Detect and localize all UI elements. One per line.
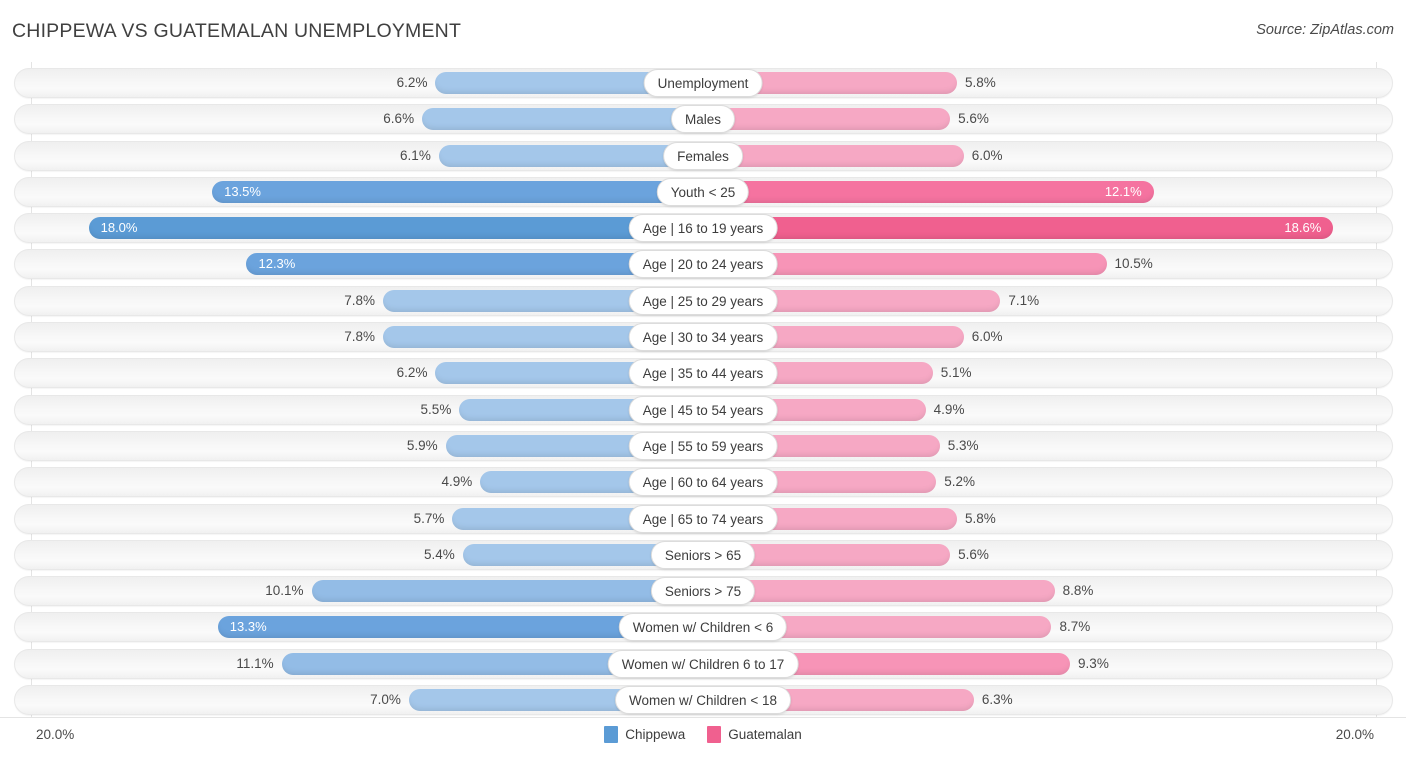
value-label-chippewa: 18.0% bbox=[100, 220, 138, 236]
value-label-chippewa: 10.1% bbox=[265, 583, 304, 599]
value-label-guatemalan: 9.3% bbox=[1078, 655, 1109, 671]
category-label: Seniors > 65 bbox=[650, 540, 756, 569]
value-label-guatemalan: 6.0% bbox=[971, 329, 1003, 345]
value-label-chippewa: 13.5% bbox=[224, 183, 261, 199]
legend-label: Chippewa bbox=[625, 727, 686, 742]
value-label-guatemalan: 5.1% bbox=[940, 365, 972, 381]
category-label: Women w/ Children 6 to 17 bbox=[607, 649, 799, 678]
chart-row: 7.8% 6.0% Age | 30 to 34 years bbox=[0, 322, 1406, 353]
chart-row: 6.2% 5.1% Age | 35 to 44 years bbox=[0, 358, 1406, 389]
value-label-guatemalan: 18.6% bbox=[1284, 220, 1322, 236]
chart-row: 7.8% 7.1% Age | 25 to 29 years bbox=[0, 285, 1406, 316]
bar-guatemalan bbox=[703, 217, 1334, 240]
value-label-chippewa: 12.3% bbox=[258, 256, 296, 272]
chart-row: 6.2% 5.8% Unemployment bbox=[0, 68, 1406, 98]
category-label: Women w/ Children < 6 bbox=[618, 613, 788, 642]
value-label-chippewa: 7.8% bbox=[344, 292, 375, 308]
chart-row: 13.3% 8.7% Women w/ Children < 6 bbox=[0, 612, 1406, 643]
bar-chippewa bbox=[88, 217, 703, 240]
category-label: Age | 20 to 24 years bbox=[628, 250, 778, 279]
value-label-chippewa: 5.9% bbox=[406, 437, 438, 453]
value-label-chippewa: 6.6% bbox=[383, 111, 415, 127]
category-label: Unemployment bbox=[643, 69, 763, 97]
value-label-guatemalan: 12.1% bbox=[1104, 183, 1142, 199]
value-label-guatemalan: 10.5% bbox=[1114, 256, 1153, 272]
value-label-guatemalan: 5.8% bbox=[964, 75, 996, 90]
chart-row: 6.6% 5.6% Males bbox=[0, 104, 1406, 135]
chart-header: CHIPPEWA VS GUATEMALAN UNEMPLOYMENT Sour… bbox=[0, 0, 1406, 62]
value-label-guatemalan: 7.1% bbox=[1008, 292, 1040, 308]
chart-row: 5.4% 5.6% Seniors > 65 bbox=[0, 539, 1406, 570]
category-label: Males bbox=[670, 105, 736, 134]
chart-row: 10.1% 8.8% Seniors > 75 bbox=[0, 576, 1406, 607]
chart-row: 5.7% 5.8% Age | 65 to 74 years bbox=[0, 503, 1406, 534]
category-label: Seniors > 75 bbox=[650, 577, 756, 606]
category-label: Females bbox=[663, 141, 743, 170]
value-label-guatemalan: 5.2% bbox=[944, 474, 976, 490]
bar-guatemalan bbox=[703, 180, 1154, 203]
bar-guatemalan bbox=[703, 580, 1055, 603]
chart-row: 12.3% 10.5% Age | 20 to 24 years bbox=[0, 249, 1406, 280]
legend-swatch-icon bbox=[604, 726, 619, 743]
legend-item: Guatemalan bbox=[707, 726, 802, 743]
value-label-guatemalan: 5.8% bbox=[964, 510, 996, 526]
page-title: CHIPPEWA VS GUATEMALAN UNEMPLOYMENT bbox=[12, 20, 462, 42]
legend-label: Guatemalan bbox=[728, 727, 802, 742]
chart-row: 5.9% 5.3% Age | 55 to 59 years bbox=[0, 430, 1406, 461]
value-label-guatemalan: 8.8% bbox=[1062, 583, 1094, 599]
category-label: Youth < 25 bbox=[656, 177, 750, 206]
chart-row: 6.1% 6.0% Females bbox=[0, 140, 1406, 171]
value-label-chippewa: 6.2% bbox=[396, 365, 428, 381]
chart-legend: Chippewa Guatemalan bbox=[0, 726, 1406, 743]
value-label-chippewa: 7.0% bbox=[370, 692, 401, 708]
value-label-chippewa: 7.8% bbox=[344, 329, 375, 345]
value-label-chippewa: 6.1% bbox=[400, 147, 431, 163]
value-label-guatemalan: 5.6% bbox=[958, 546, 989, 562]
category-label: Women w/ Children < 18 bbox=[615, 686, 791, 715]
value-label-chippewa: 4.9% bbox=[441, 474, 473, 490]
legend-swatch-icon bbox=[707, 726, 722, 743]
value-label-chippewa: 13.3% bbox=[229, 619, 267, 635]
chart-row: 4.9% 5.2% Age | 60 to 64 years bbox=[0, 467, 1406, 498]
category-label: Age | 35 to 44 years bbox=[628, 359, 778, 388]
bar-guatemalan bbox=[703, 108, 951, 131]
chart-footer: 20.0% 20.0% Chippewa Guatemalan bbox=[0, 717, 1406, 758]
category-label: Age | 16 to 19 years bbox=[628, 214, 778, 243]
category-label: Age | 65 to 74 years bbox=[628, 504, 778, 533]
category-label: Age | 60 to 64 years bbox=[628, 468, 778, 497]
value-label-guatemalan: 4.9% bbox=[933, 401, 965, 417]
chart-plot-area: 6.2% 5.8% Unemployment 6.6% 5.6% Males 6.1% 6.0… bbox=[0, 62, 1406, 717]
value-label-chippewa: 6.2% bbox=[396, 75, 428, 90]
value-label-chippewa: 5.5% bbox=[420, 401, 452, 417]
category-label: Age | 45 to 54 years bbox=[628, 395, 778, 424]
value-label-chippewa: 5.4% bbox=[424, 546, 455, 562]
category-label: Age | 30 to 34 years bbox=[628, 323, 778, 352]
chart-row: 13.5% 12.1% Youth < 25 bbox=[0, 176, 1406, 207]
chart-row: 11.1% 9.3% Women w/ Children 6 to 17 bbox=[0, 648, 1406, 679]
category-label: Age | 55 to 59 years bbox=[628, 431, 778, 460]
value-label-guatemalan: 6.0% bbox=[971, 147, 1003, 163]
bar-chippewa bbox=[311, 580, 703, 603]
value-label-guatemalan: 5.3% bbox=[947, 437, 979, 453]
value-label-guatemalan: 8.7% bbox=[1059, 619, 1091, 635]
chart-rows: 6.2% 5.8% Unemployment 6.6% 5.6% Males 6.1% 6.0… bbox=[0, 62, 1406, 716]
chart-row: 5.5% 4.9% Age | 45 to 54 years bbox=[0, 394, 1406, 425]
value-label-chippewa: 5.7% bbox=[413, 510, 445, 526]
category-label: Age | 25 to 29 years bbox=[628, 286, 778, 315]
source-attribution: Source: ZipAtlas.com bbox=[1256, 22, 1394, 38]
bar-chippewa bbox=[212, 180, 703, 203]
value-label-guatemalan: 6.3% bbox=[981, 692, 1013, 708]
chart-row: 7.0% 6.3% Women w/ Children < 18 bbox=[0, 685, 1406, 716]
chart-row: 18.0% 18.6% Age | 16 to 19 years bbox=[0, 213, 1406, 244]
bar-chippewa bbox=[422, 108, 703, 131]
legend-item: Chippewa bbox=[604, 726, 685, 743]
value-label-guatemalan: 5.6% bbox=[958, 111, 989, 127]
chart-page: CHIPPEWA VS GUATEMALAN UNEMPLOYMENT Sour… bbox=[0, 0, 1406, 757]
value-label-chippewa: 11.1% bbox=[236, 655, 274, 671]
